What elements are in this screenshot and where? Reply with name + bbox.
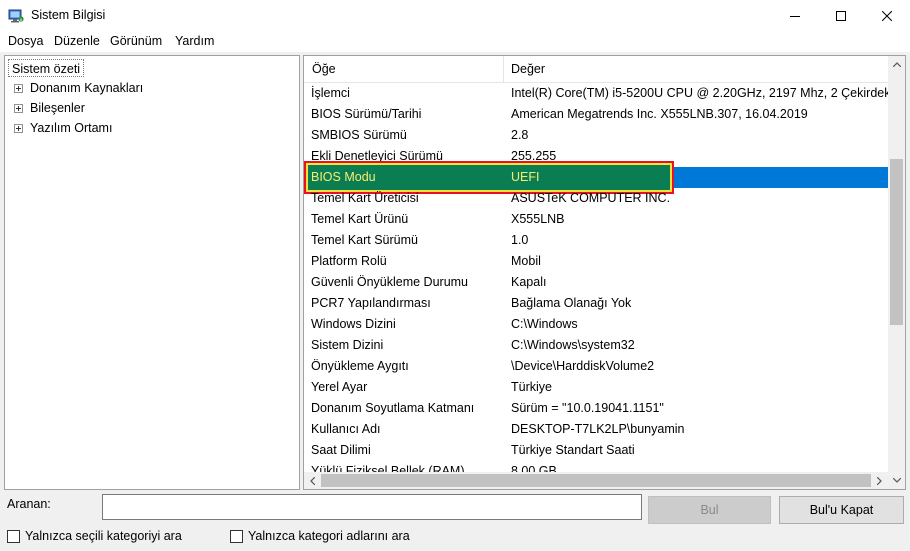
row-value: \Device\HarddiskVolume2 xyxy=(511,359,655,373)
scroll-thumb[interactable] xyxy=(890,159,903,325)
scroll-left-arrow-icon[interactable] xyxy=(304,472,321,489)
column-divider[interactable] xyxy=(503,56,504,83)
row-value: 2.8 xyxy=(511,128,529,142)
menu-edit[interactable]: Düzenle xyxy=(54,34,100,48)
table-row[interactable]: Saat Dilimi Türkiye Standart Saati xyxy=(304,440,888,461)
table-row[interactable]: PCR7 Yapılandırması Bağlama Olanağı Yok xyxy=(304,293,888,314)
scroll-corner xyxy=(888,472,905,489)
row-item: BIOS Sürümü/Tarihi xyxy=(311,107,422,121)
row-item: İşlemci xyxy=(311,86,350,100)
row-value: Sürüm = "10.0.19041.1151" xyxy=(511,401,664,415)
tree-item-label: Donanım Kaynakları xyxy=(30,81,144,95)
expand-icon[interactable] xyxy=(14,84,23,93)
search-input[interactable] xyxy=(102,494,642,520)
row-item: Sistem Dizini xyxy=(311,338,384,352)
title-bar: Sistem Bilgisi xyxy=(0,0,910,32)
table-row[interactable]: Kullanıcı Adı DESKTOP-T7LK2LP\bunyamin xyxy=(304,419,888,440)
row-value: Intel(R) Core(TM) i5-5200U CPU @ 2.20GHz… xyxy=(511,86,888,100)
checkbox-box[interactable] xyxy=(230,529,243,543)
row-item: Donanım Soyutlama Katmanı xyxy=(311,401,475,415)
row-value: DESKTOP-T7LK2LP\bunyamin xyxy=(511,422,685,436)
table-row[interactable]: Temel Kart Üreticisi ASUSTeK COMPUTER INC… xyxy=(304,188,888,209)
row-value: Bağlama Olanağı Yok xyxy=(511,296,632,310)
row-value: UEFI xyxy=(511,170,540,184)
row-item: Windows Dizini xyxy=(311,317,396,331)
scroll-right-arrow-icon[interactable] xyxy=(871,472,888,489)
row-item: Saat Dilimi xyxy=(311,443,371,457)
table-row[interactable]: Temel Kart Sürümü 1.0 xyxy=(304,230,888,251)
scroll-up-arrow-icon[interactable] xyxy=(888,56,905,73)
row-item: Platform Rolü xyxy=(311,254,387,268)
table-row[interactable]: BIOS Sürümü/Tarihi American Megatrends In… xyxy=(304,104,888,125)
category-tree: Sistem özeti Donanım Kaynakları Bileşenl… xyxy=(4,55,300,490)
table-row[interactable]: Güvenli Önyükleme Durumu Kapalı xyxy=(304,272,888,293)
table-row[interactable]: BIOS Modu UEFI xyxy=(304,161,888,194)
table-row[interactable]: SMBIOS Sürümü 2.8 xyxy=(304,125,888,146)
maximize-button[interactable] xyxy=(818,0,864,32)
expand-icon[interactable] xyxy=(14,124,23,133)
window-title: Sistem Bilgisi xyxy=(31,8,106,22)
scroll-down-arrow-icon[interactable] xyxy=(888,472,905,489)
menu-view[interactable]: Görünüm xyxy=(110,34,162,48)
search-selected-category-checkbox[interactable]: Yalnızca seçili kategoriyi ara xyxy=(7,528,182,544)
table-row[interactable]: Yerel Ayar Türkiye xyxy=(304,377,888,398)
horizontal-scrollbar[interactable] xyxy=(304,472,888,489)
row-item: Önyükleme Aygıtı xyxy=(311,359,409,373)
row-item: Güvenli Önyükleme Durumu xyxy=(311,275,469,289)
column-header-item[interactable]: Öğe xyxy=(312,62,336,76)
menu-help[interactable]: Yardım xyxy=(175,34,214,48)
find-button[interactable]: Bul xyxy=(648,496,771,524)
row-value: C:\Windows xyxy=(511,317,578,331)
row-value: ASUSTeK COMPUTER INC. xyxy=(511,191,671,205)
details-list: Öğe Değer İşlemci Intel(R) Core(TM) i5-52… xyxy=(303,55,906,490)
close-icon xyxy=(882,11,892,21)
row-item: BIOS Modu xyxy=(311,170,376,184)
search-label: Aranan: xyxy=(7,497,51,511)
row-value: Kapalı xyxy=(511,275,547,289)
list-header: Öğe Değer xyxy=(304,56,888,83)
expand-icon[interactable] xyxy=(14,104,23,113)
close-find-button[interactable]: Bul'u Kapat xyxy=(779,496,904,524)
row-item: Kullanıcı Adı xyxy=(311,422,381,436)
row-value: Türkiye Standart Saati xyxy=(511,443,635,457)
scroll-thumb-horizontal[interactable] xyxy=(321,474,871,487)
row-value: American Megatrends Inc. X555LNB.307, 16… xyxy=(511,107,808,121)
minimize-button[interactable] xyxy=(772,0,818,32)
checkbox-box[interactable] xyxy=(7,529,20,543)
table-row[interactable]: İşlemci Intel(R) Core(TM) i5-5200U CPU @ … xyxy=(304,83,888,104)
row-value: C:\Windows\system32 xyxy=(511,338,635,352)
column-header-value[interactable]: Değer xyxy=(511,62,545,76)
row-item: Temel Kart Sürümü xyxy=(311,233,418,247)
tree-item-system-summary[interactable]: Sistem özeti xyxy=(8,59,85,77)
row-item: PCR7 Yapılandırması xyxy=(311,296,431,310)
row-value: Mobil xyxy=(511,254,541,268)
list-rows: İşlemci Intel(R) Core(TM) i5-5200U CPU @ … xyxy=(304,83,888,473)
search-category-names-checkbox[interactable]: Yalnızca kategori adlarını ara xyxy=(230,528,410,544)
tree-item-label: Bileşenler xyxy=(30,101,85,115)
row-item: Temel Kart Üreticisi xyxy=(311,191,419,205)
menu-file[interactable]: Dosya xyxy=(8,34,43,48)
table-row[interactable]: Donanım Soyutlama Katmanı Sürüm = "10.0.1… xyxy=(304,398,888,419)
vertical-scrollbar[interactable] xyxy=(888,56,905,472)
row-item: Temel Kart Ürünü xyxy=(311,212,409,226)
row-value: Türkiye xyxy=(511,380,552,394)
table-row[interactable]: Windows Dizini C:\Windows xyxy=(304,314,888,335)
table-row[interactable]: Önyükleme Aygıtı \Device\HarddiskVolume2 xyxy=(304,356,888,377)
checkbox-label: Yalnızca kategori adlarını ara xyxy=(248,529,410,543)
table-row[interactable]: Sistem Dizini C:\Windows\system32 xyxy=(304,335,888,356)
system-info-icon xyxy=(8,8,24,24)
row-item: SMBIOS Sürümü xyxy=(311,128,407,142)
row-value: 1.0 xyxy=(511,233,529,247)
table-row[interactable]: Temel Kart Ürünü X555LNB xyxy=(304,209,888,230)
close-button[interactable] xyxy=(864,0,910,32)
maximize-icon xyxy=(836,11,846,21)
checkbox-label: Yalnızca seçili kategoriyi ara xyxy=(25,529,182,543)
minimize-icon xyxy=(790,16,800,17)
table-row[interactable]: Platform Rolü Mobil xyxy=(304,251,888,272)
tree-item-label: Yazılım Ortamı xyxy=(30,121,113,135)
menu-bar: Dosya Düzenle Görünüm Yardım xyxy=(0,32,910,52)
row-value: X555LNB xyxy=(511,212,565,226)
row-item: Yerel Ayar xyxy=(311,380,368,394)
